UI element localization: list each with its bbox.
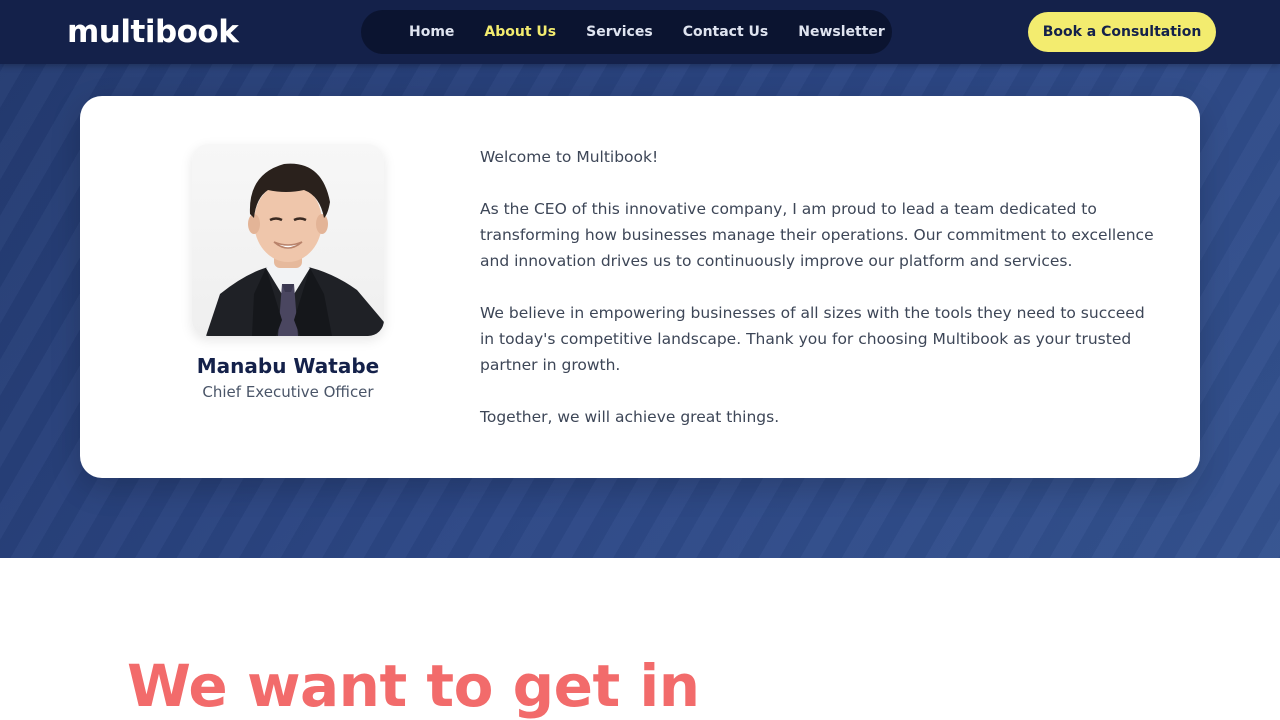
nav-services[interactable]: Services — [586, 22, 653, 42]
message-paragraph: As the CEO of this innovative company, I… — [480, 200, 1154, 270]
message-paragraph: Welcome to Multibook! — [480, 148, 659, 166]
logo[interactable]: multibook — [67, 12, 239, 52]
top-navigation-bar: multibook Home About Us Services Contact… — [0, 0, 1280, 64]
nav-about-us[interactable]: About Us — [484, 22, 556, 42]
message-paragraph: We believe in empowering businesses of a… — [480, 304, 1145, 374]
contact-section-heading: We want to get in — [127, 652, 700, 720]
ceo-title: Chief Executive Officer — [202, 383, 374, 401]
nav-contact-us[interactable]: Contact Us — [683, 22, 769, 42]
ceo-message: Welcome to Multibook! As the CEO of this… — [480, 144, 1160, 430]
message-paragraph: Together, we will achieve great things. — [480, 408, 780, 426]
ceo-photo — [192, 144, 384, 336]
ceo-name: Manabu Watabe — [196, 354, 380, 378]
book-consultation-button[interactable]: Book a Consultation — [1028, 12, 1216, 52]
ceo-portrait-image — [206, 163, 384, 336]
ceo-message-card: Manabu Watabe Chief Executive Officer We… — [80, 96, 1200, 478]
nav-newsletter[interactable]: Newsletter — [798, 22, 885, 42]
main-nav: Home About Us Services Contact Us Newsle… — [361, 10, 892, 54]
nav-home[interactable]: Home — [409, 22, 454, 42]
